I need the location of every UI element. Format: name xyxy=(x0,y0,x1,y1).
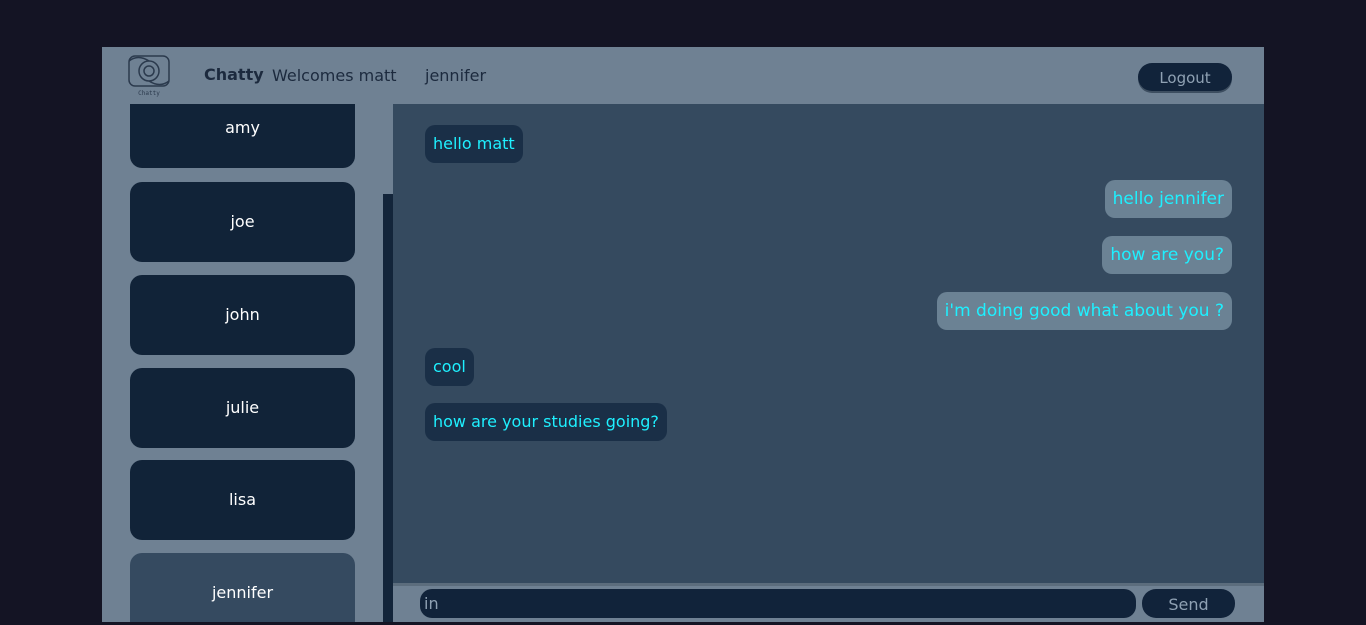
logo-text: Chatty xyxy=(138,90,160,97)
message-bubble-incoming: cool xyxy=(425,348,474,386)
contact-item-joe[interactable]: joe xyxy=(130,182,355,262)
contact-list: amy joe john julie lisa jennifer xyxy=(102,104,383,622)
chat-peer-name: jennifer xyxy=(425,66,487,85)
message-bubble-outgoing: i'm doing good what about you ? xyxy=(936,292,1232,330)
contact-item-amy[interactable]: amy xyxy=(130,104,355,168)
contact-item-julie[interactable]: julie xyxy=(130,368,355,448)
message-bubble-outgoing: hello jennifer xyxy=(1104,180,1232,218)
contact-item-john[interactable]: john xyxy=(130,275,355,355)
app-title: Chatty xyxy=(204,65,264,84)
contact-item-jennifer[interactable]: jennifer xyxy=(130,553,355,622)
message-bubble-incoming: hello matt xyxy=(425,125,523,163)
message-bubble-incoming: how are your studies going? xyxy=(425,403,667,441)
chatty-logo-icon xyxy=(128,55,170,87)
message-input[interactable] xyxy=(420,589,1136,618)
contact-item-lisa[interactable]: lisa xyxy=(130,460,355,540)
message-bubble-outgoing: how are you? xyxy=(1102,236,1232,274)
header-bar: Chatty Chatty Welcomes matt jennifer Log… xyxy=(102,47,1264,104)
message-composer: Send xyxy=(393,583,1264,622)
chatty-logo: Chatty xyxy=(126,52,172,98)
welcome-text: Welcomes matt xyxy=(272,66,397,85)
contact-list-scrollbar[interactable] xyxy=(383,194,393,622)
send-button[interactable]: Send xyxy=(1142,589,1235,618)
chat-app: Chatty Chatty Welcomes matt jennifer Log… xyxy=(102,47,1264,622)
message-area: hello matt hello jennifer how are you? i… xyxy=(393,104,1264,583)
logout-button[interactable]: Logout xyxy=(1138,63,1232,91)
